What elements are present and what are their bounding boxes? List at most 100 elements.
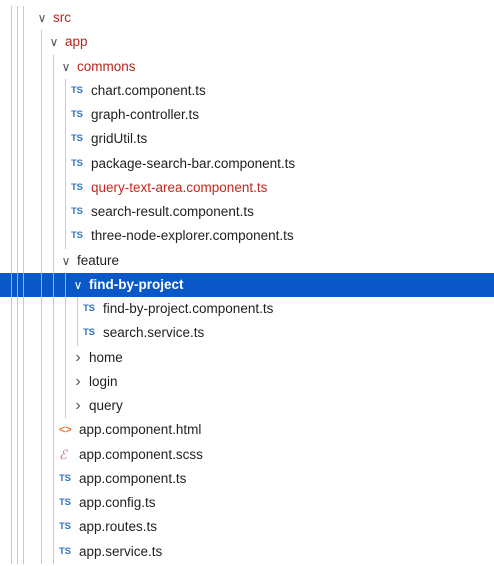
file-label: gridUtil.ts: [91, 131, 148, 147]
indent-guide: [11, 127, 12, 152]
chevron-down-icon[interactable]: ∨: [59, 55, 73, 79]
file-row[interactable]: TS three-node-explorer.component.ts: [0, 224, 494, 249]
indent-guide: [65, 151, 66, 176]
indent-guide: [11, 103, 12, 128]
indent-guide: [41, 539, 42, 564]
file-row[interactable]: ℰapp.component.scss: [0, 442, 494, 467]
indent-guide: [17, 345, 18, 370]
indent-guide: [41, 442, 42, 467]
indent-guide: [41, 515, 42, 540]
indent-guide: [53, 369, 54, 394]
chevron-down-icon[interactable]: ∨: [35, 6, 49, 30]
indent-guide: [77, 321, 78, 346]
folder-row[interactable]: › home: [0, 345, 494, 370]
indent-guide: [23, 297, 24, 322]
indent-guide: [17, 418, 18, 443]
file-row[interactable]: <> app.component.html: [0, 418, 494, 443]
folder-row[interactable]: › login: [0, 369, 494, 394]
file-label: app.service.ts: [79, 543, 163, 559]
folder-row[interactable]: ∨ commons: [0, 54, 494, 79]
indent-guide: [11, 418, 12, 443]
indent-guide: [11, 345, 12, 370]
chevron-right-icon[interactable]: ›: [71, 346, 85, 370]
indent-guide: [41, 394, 42, 419]
ts-file-icon: TS: [59, 472, 71, 484]
indent-guide: [17, 466, 18, 491]
indent-guide: [17, 321, 18, 346]
indent-guide: [53, 272, 54, 297]
file-label: three-node-explorer.component.ts: [91, 228, 294, 244]
ts-file-icon: TS: [71, 206, 83, 217]
chevron-down-icon[interactable]: ∨: [71, 273, 85, 297]
file-row[interactable]: TS search.service.ts: [0, 321, 494, 346]
chevron-right-icon[interactable]: ›: [71, 370, 85, 394]
ts-file-icon: TS: [83, 327, 95, 339]
chevron-right-icon[interactable]: ›: [71, 394, 85, 418]
file-label: app.config.ts: [79, 495, 156, 510]
indent-guide: [17, 200, 18, 225]
indent-guide: [11, 297, 12, 322]
indent-guide: [41, 103, 42, 128]
indent-guide: [65, 175, 66, 200]
file-row[interactable]: TS graph-controller.ts: [0, 103, 494, 128]
ts-file-icon: TS: [59, 497, 71, 508]
indent-guide: [41, 151, 42, 176]
indent-guide: [11, 539, 12, 564]
file-row[interactable]: TS gridUtil.ts: [0, 127, 494, 152]
file-label: app.component.scss: [79, 446, 203, 462]
indent-guide: [17, 224, 18, 249]
folder-row[interactable]: › query: [0, 394, 494, 419]
indent-guide: [11, 248, 12, 273]
file-row[interactable]: TS search-result.component.ts: [0, 200, 494, 225]
file-row[interactable]: TS app.service.ts: [0, 539, 494, 564]
file-label: query-text-area.component.ts: [91, 179, 268, 195]
chevron-down-icon[interactable]: ∨: [47, 30, 61, 54]
indent-guide: [53, 248, 54, 273]
file-label: package-search-bar.component.ts: [91, 155, 296, 171]
indent-guide: [17, 103, 18, 128]
file-row[interactable]: TS app.component.ts: [0, 466, 494, 491]
indent-guide: [41, 54, 42, 79]
indent-guide: [53, 224, 54, 249]
indent-guide: [11, 321, 12, 346]
file-row[interactable]: TS package-search-bar.component.ts: [0, 151, 494, 176]
chevron-down-icon[interactable]: ∨: [59, 249, 73, 273]
ts-file-icon: TS: [59, 545, 71, 557]
indent-guide: [23, 491, 24, 516]
indent-guide: [65, 394, 66, 419]
indent-guide: [23, 175, 24, 200]
file-row[interactable]: TS query-text-area.component.ts: [0, 175, 494, 200]
indent-guide: [17, 127, 18, 152]
indent-guide: [41, 418, 42, 443]
folder-row[interactable]: ∨ src: [0, 6, 494, 31]
indent-guide: [17, 539, 18, 564]
indent-guide: [41, 297, 42, 322]
folder-row[interactable]: ∨ find-by-project: [0, 272, 494, 297]
file-label: app.component.html: [79, 422, 202, 438]
indent-guide: [11, 491, 12, 516]
file-row[interactable]: TS app.config.ts: [0, 491, 494, 516]
indent-guide: [17, 369, 18, 394]
file-row[interactable]: TS chart.component.ts: [0, 78, 494, 103]
explorer-tree: ∨ src ∨ app ∨ commons TS chart.component.ts TS gr…: [0, 6, 494, 564]
indent-guide: [53, 466, 54, 491]
indent-guide: [17, 54, 18, 79]
indent-guide: [23, 418, 24, 443]
file-row[interactable]: TS find-by-project.component.ts: [0, 297, 494, 322]
ts-file-icon: TS: [71, 84, 83, 96]
folder-row[interactable]: ∨ feature: [0, 248, 494, 273]
indent-guide: [17, 272, 18, 297]
indent-guide: [17, 491, 18, 516]
indent-guide: [65, 200, 66, 225]
indent-guide: [17, 78, 18, 103]
indent-guide: [41, 491, 42, 516]
indent-guide: [11, 151, 12, 176]
file-row[interactable]: TS app.routes.ts: [0, 515, 494, 540]
folder-row[interactable]: ∨ app: [0, 30, 494, 55]
indent-guide: [23, 151, 24, 176]
indent-guide: [53, 539, 54, 564]
folder-label: feature: [77, 252, 120, 268]
indent-guide: [65, 103, 66, 128]
folder-label: commons: [77, 58, 136, 74]
indent-guide: [17, 30, 18, 55]
